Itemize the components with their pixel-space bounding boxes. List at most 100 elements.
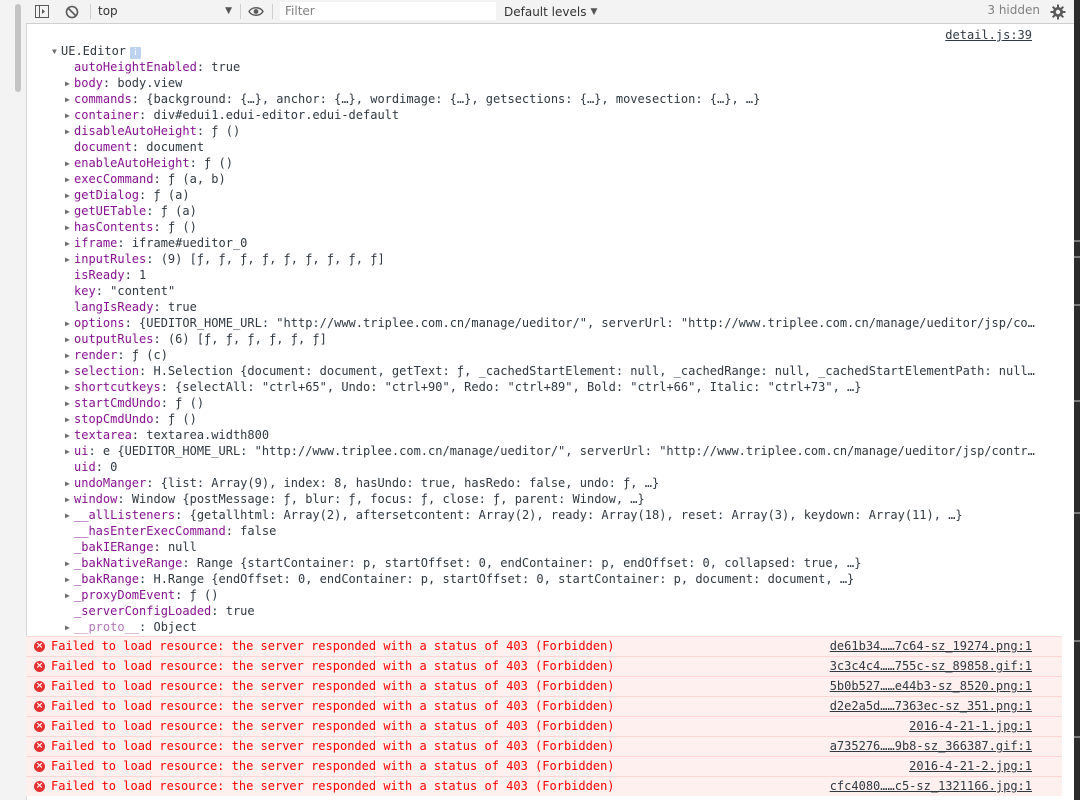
strip-mark xyxy=(1074,304,1080,306)
property-row[interactable]: ▶ render: ƒ (c) xyxy=(65,347,1045,363)
triangle-right-icon[interactable]: ▶ xyxy=(65,556,74,571)
gutter-scroll-thumb[interactable] xyxy=(15,4,21,92)
property-value: "content" xyxy=(110,284,176,298)
property-row: _serverConfigLoaded: true xyxy=(74,604,255,618)
triangle-right-icon[interactable]: ▶ xyxy=(65,316,74,331)
triangle-down-icon[interactable]: ▼ xyxy=(52,44,61,60)
error-message: Failed to load resource: the server resp… xyxy=(51,779,615,793)
right-edge-strip xyxy=(1074,0,1080,800)
property-value: (6) [ƒ, ƒ, ƒ, ƒ, ƒ, ƒ] xyxy=(167,332,327,346)
property-row[interactable]: ▶ _bakRange: H.Range {endOffset: 0, endCo… xyxy=(65,571,1045,587)
triangle-right-icon[interactable]: ▶ xyxy=(65,108,74,123)
property-value: true xyxy=(211,60,241,74)
property-row[interactable]: ▶ outputRules: (6) [ƒ, ƒ, ƒ, ƒ, ƒ, ƒ] xyxy=(65,331,1045,347)
property-row[interactable]: ▶ container: div#edui1.edui-editor.edui-d… xyxy=(65,107,1045,123)
error-row: × Failed to load resource: the server res… xyxy=(26,696,1062,716)
property-row[interactable]: ▶ _proxyDomEvent: ƒ () xyxy=(65,587,1045,603)
property-value: body.view xyxy=(117,76,183,90)
error-source-link[interactable]: 2016-4-21-2.jpg:1 xyxy=(909,757,1032,776)
triangle-right-icon[interactable]: ▶ xyxy=(65,156,74,171)
gear-icon[interactable] xyxy=(1050,0,1066,23)
property-key: __proto__ xyxy=(74,620,140,634)
property-row[interactable]: ▶ startCmdUndo: ƒ () xyxy=(65,395,1045,411)
triangle-right-icon[interactable]: ▶ xyxy=(65,332,74,347)
triangle-right-icon[interactable]: ▶ xyxy=(65,588,74,603)
property-row[interactable]: ▶ hasContents: ƒ () xyxy=(65,219,1045,235)
triangle-right-icon[interactable]: ▶ xyxy=(65,220,74,235)
eye-icon[interactable] xyxy=(246,0,266,23)
property-row[interactable]: ▶ __allListeners: {getallhtml: Array(2), … xyxy=(65,507,1045,523)
property-row[interactable]: ▶ shortcutkeys: {selectAll: "ctrl+65", Un… xyxy=(65,379,1045,395)
error-source-link[interactable]: 2016-4-21-1.jpg:1 xyxy=(909,717,1032,736)
property-row[interactable]: ▶ iframe: iframe#ueditor_0 xyxy=(65,235,1045,251)
triangle-right-icon[interactable]: ▶ xyxy=(65,476,74,491)
property-row[interactable]: ▶ enableAutoHeight: ƒ () xyxy=(65,155,1045,171)
triangle-right-icon[interactable]: ▶ xyxy=(65,572,74,587)
clear-console-icon[interactable] xyxy=(64,0,80,23)
property-row[interactable]: ▶ stopCmdUndo: ƒ () xyxy=(65,411,1045,427)
property-row[interactable]: ▶ options: {UEDITOR_HOME_URL: "http://www… xyxy=(65,315,1045,331)
property-row[interactable]: ▶ getDialog: ƒ (a) xyxy=(65,187,1045,203)
error-icon: × xyxy=(34,761,45,772)
property-key: execCommand xyxy=(74,172,154,186)
error-source-link[interactable]: 3c3c4c4……755c-sz_89858.gif:1 xyxy=(830,657,1032,676)
error-message: Failed to load resource: the server resp… xyxy=(51,759,615,773)
triangle-right-icon[interactable]: ▶ xyxy=(65,188,74,203)
property-row[interactable]: ▶ commands: {background: {…}, anchor: {…}… xyxy=(65,91,1045,107)
toolbar-separator xyxy=(272,4,273,19)
triangle-right-icon[interactable]: ▶ xyxy=(65,396,74,411)
property-row[interactable]: ▶ disableAutoHeight: ƒ () xyxy=(65,123,1045,139)
property-row[interactable]: ▶ getUETable: ƒ (a) xyxy=(65,203,1045,219)
property-value: ƒ (a) xyxy=(160,204,197,218)
property-row[interactable]: ▶ _bakNativeRange: Range {startContainer:… xyxy=(65,555,1045,571)
property-key: enableAutoHeight xyxy=(74,156,190,170)
error-source-link[interactable]: a735276……9b8-sz_366387.gif:1 xyxy=(830,737,1032,756)
triangle-right-icon[interactable]: ▶ xyxy=(65,76,74,91)
error-source-link[interactable]: de61b34……7c64-sz_19274.png:1 xyxy=(830,637,1032,656)
context-selector[interactable]: top ▼ xyxy=(98,2,232,20)
filter-input[interactable] xyxy=(280,2,496,20)
property-key: startCmdUndo xyxy=(74,396,161,410)
property-row[interactable]: ▶ ui: e {UEDITOR_HOME_URL: "http://www.tr… xyxy=(65,443,1045,459)
property-row[interactable]: ▶ execCommand: ƒ (a, b) xyxy=(65,171,1045,187)
property-key: getUETable xyxy=(74,204,147,218)
property-row[interactable]: ▶ inputRules: (9) [ƒ, ƒ, ƒ, ƒ, ƒ, ƒ, ƒ, ƒ… xyxy=(65,251,1045,267)
triangle-right-icon[interactable]: ▶ xyxy=(65,92,74,107)
log-levels-dropdown[interactable]: Default levels ▼ xyxy=(504,3,597,21)
property-row[interactable]: ▶ undoManger: {list: Array(9), index: 8, … xyxy=(65,475,1045,491)
error-source-link[interactable]: d2e2a5d……7363ec-sz_351.png:1 xyxy=(830,697,1032,716)
strip-mark xyxy=(1074,240,1080,242)
triangle-right-icon[interactable]: ▶ xyxy=(65,508,74,523)
error-icon: × xyxy=(34,741,45,752)
error-source-link[interactable]: 5b0b527……e44b3-sz_8520.png:1 xyxy=(830,677,1032,696)
triangle-right-icon[interactable]: ▶ xyxy=(65,236,74,251)
triangle-right-icon[interactable]: ▶ xyxy=(65,380,74,395)
triangle-right-icon[interactable]: ▶ xyxy=(65,444,74,459)
error-icon: × xyxy=(34,721,45,732)
info-badge[interactable]: i xyxy=(130,47,142,59)
toolbar-separator xyxy=(240,4,241,19)
error-icon: × xyxy=(34,681,45,692)
console-output[interactable]: detail.js:39 ▼ UE.Editor i autoHeightEnabl… xyxy=(26,24,1062,800)
error-source-link[interactable]: cfc4080……c5-sz_1321166.jpg:1 xyxy=(830,777,1032,796)
property-row[interactable]: ▶ textarea: textarea.width800 xyxy=(65,427,1045,443)
property-row[interactable]: ▶ __proto__: Object xyxy=(65,619,1045,635)
triangle-right-icon[interactable]: ▶ xyxy=(65,364,74,379)
property-key: body xyxy=(74,76,103,90)
triangle-right-icon[interactable]: ▶ xyxy=(65,204,74,219)
triangle-right-icon[interactable]: ▶ xyxy=(65,412,74,427)
sidebar-toggle-icon[interactable] xyxy=(34,0,50,23)
object-header[interactable]: ▼ UE.Editor i xyxy=(52,43,142,60)
source-link[interactable]: detail.js:39 xyxy=(945,28,1032,42)
triangle-right-icon[interactable]: ▶ xyxy=(65,172,74,187)
property-value: {selectAll: "ctrl+65", Undo: "ctrl+90", … xyxy=(175,380,862,394)
triangle-right-icon[interactable]: ▶ xyxy=(65,428,74,443)
triangle-right-icon[interactable]: ▶ xyxy=(65,492,74,507)
triangle-right-icon[interactable]: ▶ xyxy=(65,124,74,139)
triangle-right-icon[interactable]: ▶ xyxy=(65,348,74,363)
property-row[interactable]: ▶ body: body.view xyxy=(65,75,1045,91)
triangle-right-icon[interactable]: ▶ xyxy=(65,252,74,267)
property-row[interactable]: ▶ window: Window {postMessage: ƒ, blur: ƒ… xyxy=(65,491,1045,507)
triangle-right-icon[interactable]: ▶ xyxy=(65,620,74,635)
property-row[interactable]: ▶ selection: H.Selection {document: docum… xyxy=(65,363,1045,379)
